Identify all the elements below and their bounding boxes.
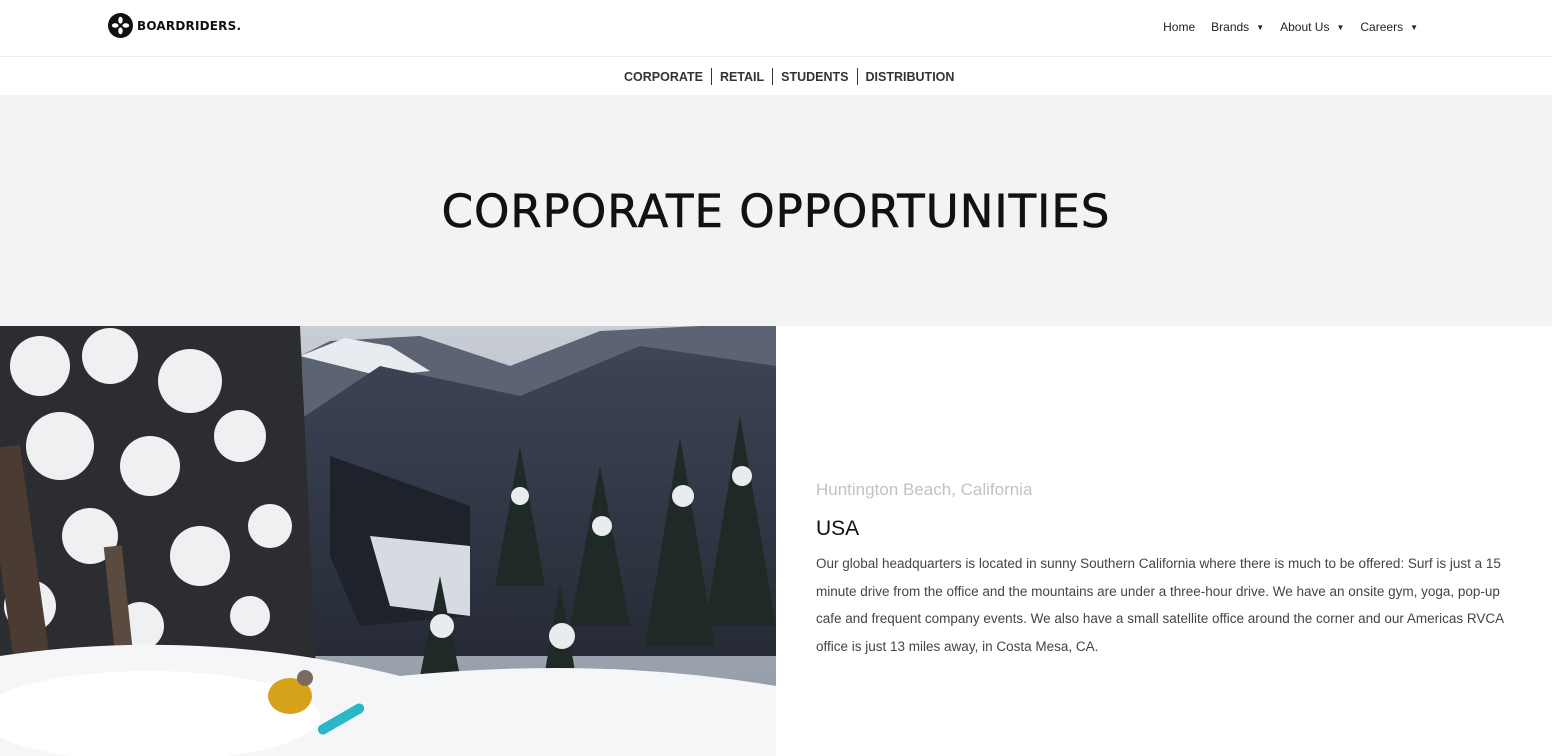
careers-subnav: CORPORATE RETAIL STUDENTS DISTRIBUTION bbox=[0, 57, 1552, 139]
nav-item-brands[interactable]: Brands ▼ bbox=[1211, 20, 1264, 34]
nav-item-label: Home bbox=[1163, 20, 1196, 34]
subnav-link-corporate[interactable]: CORPORATE bbox=[616, 70, 711, 84]
snowboarder-photo bbox=[0, 326, 776, 756]
location-section: Huntington Beach, California USA Our glo… bbox=[816, 480, 1506, 674]
hero-banner: CORPORATE OPPORTUNITIES bbox=[0, 95, 1552, 326]
caret-down-icon: ▼ bbox=[1336, 22, 1345, 32]
location-city: Huntington Beach, California bbox=[816, 480, 1033, 499]
location-description: Our global headquarters is located in su… bbox=[816, 556, 1504, 654]
main-nav: Home Brands ▼ About Us ▼ Careers ▼ bbox=[1163, 20, 1418, 34]
caret-down-icon: ▼ bbox=[1410, 22, 1418, 32]
nav-item-careers[interactable]: Careers ▼ bbox=[1360, 20, 1418, 34]
page-title: CORPORATE OPPORTUNITIES bbox=[441, 185, 1111, 239]
brand-logo-text: BOARDRIDERS. bbox=[137, 18, 242, 33]
nav-item-label: About Us bbox=[1280, 20, 1330, 34]
subnav-link-distribution[interactable]: DISTRIBUTION bbox=[858, 70, 963, 84]
subnav-link-students[interactable]: STUDENTS bbox=[773, 70, 856, 84]
nav-item-label: Careers bbox=[1360, 20, 1404, 34]
top-navigation-bar: BOARDRIDERS. Home Brands ▼ About Us ▼ Ca… bbox=[0, 0, 1552, 57]
brand-logo[interactable]: BOARDRIDERS. bbox=[108, 13, 241, 38]
nav-item-label: Brands bbox=[1211, 20, 1250, 34]
nav-item-home[interactable]: Home bbox=[1163, 20, 1195, 34]
subnav-link-retail[interactable]: RETAIL bbox=[712, 70, 772, 84]
nav-item-about-us[interactable]: About Us ▼ bbox=[1280, 20, 1344, 34]
boardriders-logo-icon bbox=[108, 13, 133, 38]
location-country: USA bbox=[816, 517, 860, 540]
mountain-snowboard-image bbox=[0, 326, 776, 756]
caret-down-icon: ▼ bbox=[1256, 22, 1265, 32]
subnav-links: CORPORATE RETAIL STUDENTS DISTRIBUTION bbox=[616, 68, 962, 85]
